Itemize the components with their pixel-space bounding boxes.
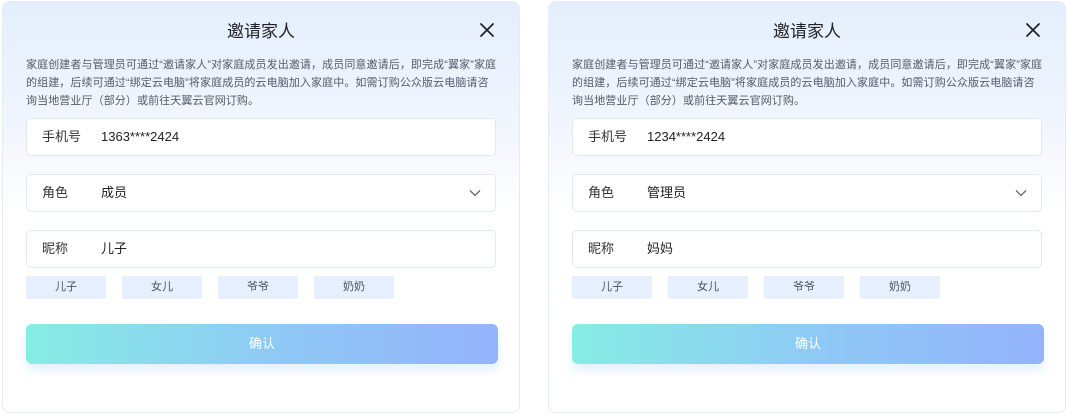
nickname-chip[interactable]: 奶奶 [860,276,940,299]
role-select[interactable]: 角色 管理员 [572,174,1042,212]
invite-family-dialog: 邀请家人 家庭创建者与管理员可通过“邀请家人”对家庭成员发出邀请，成员同意邀请后… [2,1,520,413]
dialog-description: 家庭创建者与管理员可通过“邀请家人”对家庭成员发出邀请，成员同意邀请后，即完成“… [26,59,497,107]
confirm-button[interactable]: 确认 [572,324,1044,364]
nickname-value[interactable]: 儿子 [101,231,127,267]
nickname-field[interactable]: 昵称 妈妈 [572,230,1042,268]
dialog-description: 家庭创建者与管理员可通过“邀请家人”对家庭成员发出邀请，成员同意邀请后，即完成“… [572,59,1043,107]
phone-field[interactable]: 手机号 1234****2424 [572,118,1042,156]
role-label: 角色 [42,185,69,200]
phone-value[interactable]: 1234****2424 [647,119,725,155]
role-value[interactable]: 成员 [101,175,127,211]
role-select[interactable]: 角色 成员 [26,174,496,212]
nickname-label: 昵称 [588,241,615,256]
nickname-chip[interactable]: 儿子 [26,276,106,299]
dialog-title: 邀请家人 [773,22,841,41]
chevron-down-icon[interactable] [469,188,481,198]
phone-label: 手机号 [42,129,82,144]
nickname-chip[interactable]: 奶奶 [314,276,394,299]
nickname-value[interactable]: 妈妈 [647,231,673,267]
nickname-chip[interactable]: 女儿 [122,276,202,299]
dialog-title: 邀请家人 [227,22,295,41]
close-icon[interactable] [1023,20,1043,40]
role-label: 角色 [588,185,615,200]
nickname-field[interactable]: 昵称 儿子 [26,230,496,268]
confirm-button[interactable]: 确认 [26,324,498,364]
nickname-chip[interactable]: 爷爷 [764,276,844,299]
nickname-label: 昵称 [42,241,69,256]
nickname-chip[interactable]: 儿子 [572,276,652,299]
phone-label: 手机号 [588,129,628,144]
invite-family-dialog: 邀请家人 家庭创建者与管理员可通过“邀请家人”对家庭成员发出邀请，成员同意邀请后… [548,1,1066,413]
close-icon[interactable] [477,20,497,40]
phone-field[interactable]: 手机号 1363****2424 [26,118,496,156]
chevron-down-icon[interactable] [1015,188,1027,198]
phone-value[interactable]: 1363****2424 [101,119,179,155]
nickname-chip[interactable]: 爷爷 [218,276,298,299]
nickname-chip[interactable]: 女儿 [668,276,748,299]
role-value[interactable]: 管理员 [647,175,686,211]
